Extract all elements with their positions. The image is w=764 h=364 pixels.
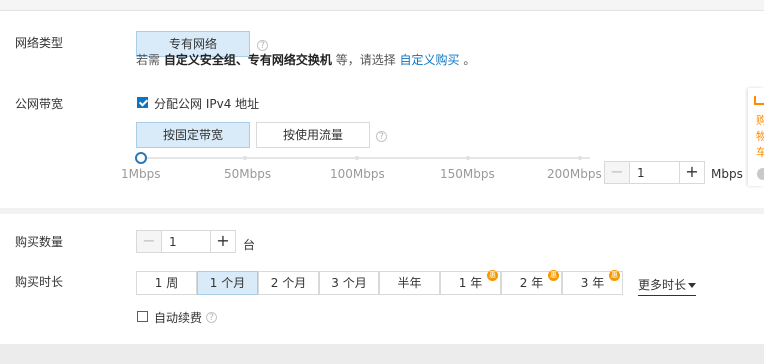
billing-fixed-bandwidth-button[interactable]: 按固定带宽 [136, 122, 250, 148]
bandwidth-unit: Mbps [711, 167, 743, 181]
duration-option-3-year[interactable]: 3 年 惠 [562, 270, 623, 295]
duration-label: 购买时长 [15, 275, 64, 289]
duration-option[interactable]: 半年 [379, 271, 440, 295]
question-circle-icon[interactable]: ? [257, 40, 268, 51]
floating-cart-tab[interactable]: 购 物 车 [748, 88, 764, 186]
duration-option[interactable]: 1 周 [136, 271, 197, 295]
bandwidth-stepper: − 1 + [604, 161, 705, 184]
slider-tick-label: 1Mbps [121, 167, 161, 181]
cart-tab-char: 车 [756, 146, 764, 159]
discount-badge-icon: 惠 [609, 270, 620, 281]
quantity-value[interactable]: 1 [169, 235, 177, 249]
hint-bold-text: 自定义安全组、专有网络交换机 [163, 53, 332, 67]
more-durations-dropdown[interactable]: 更多时长 [638, 276, 697, 296]
duration-option[interactable]: 2 个月 [258, 271, 319, 295]
discount-badge-icon: 惠 [487, 270, 498, 281]
plus-icon[interactable]: + [210, 231, 235, 252]
quantity-stepper: − 1 + [136, 230, 236, 253]
public-bandwidth-label: 公网带宽 [15, 97, 64, 111]
cart-tab-char: 物 [756, 130, 764, 143]
slider-tick-label: 100Mbps [330, 167, 385, 181]
slider-tick-label: 200Mbps [547, 167, 602, 181]
bottom-bar [0, 344, 764, 364]
duration-label-text: 1 年 [458, 276, 483, 290]
hint-middle: 等，请选择 [335, 53, 396, 67]
network-type-label: 网络类型 [15, 36, 64, 50]
auto-renew-label: 自动续费 [154, 311, 203, 325]
plus-icon[interactable]: + [679, 162, 704, 183]
custom-purchase-hint: 若需 自定义安全组、专有网络交换机 等，请选择 自定义购买 。 [136, 51, 475, 68]
minus-icon[interactable]: − [605, 162, 630, 183]
auto-renew-checkbox[interactable] [137, 311, 148, 322]
duration-option-2-year[interactable]: 2 年 惠 [501, 270, 562, 295]
more-durations-label: 更多时长 [638, 278, 687, 292]
duration-option[interactable]: 1 个月 [197, 271, 258, 295]
minus-icon[interactable]: − [137, 231, 162, 252]
discount-badge-icon: 惠 [548, 270, 559, 281]
bandwidth-value[interactable]: 1 [637, 166, 645, 180]
duration-option-1-year[interactable]: 1 年 惠 [440, 270, 501, 295]
duration-label-text: 3 年 [580, 276, 605, 290]
quantity-label: 购买数量 [15, 235, 64, 249]
assign-ipv4-checkbox[interactable] [137, 97, 148, 108]
slider-dot [243, 156, 247, 160]
question-circle-icon[interactable]: ? [376, 131, 387, 142]
slider-dot [355, 156, 359, 160]
slider-tick-label: 50Mbps [224, 167, 272, 181]
slider-tick-label: 150Mbps [440, 167, 495, 181]
slider-dot [466, 156, 470, 160]
quantity-unit: 台 [243, 238, 256, 252]
top-divider-strip [0, 0, 764, 11]
question-circle-icon[interactable]: ? [206, 312, 217, 323]
duration-label-text: 2 年 [519, 276, 544, 290]
duration-option[interactable]: 3 个月 [319, 271, 379, 295]
cart-count-icon [757, 168, 764, 180]
hint-suffix: 。 [463, 53, 476, 67]
slider-dot [578, 156, 582, 160]
hint-prefix: 若需 [136, 53, 161, 67]
assign-ipv4-label: 分配公网 IPv4 地址 [154, 97, 260, 111]
cart-tab-char: 购 [756, 114, 764, 127]
custom-purchase-link[interactable]: 自定义购买 [400, 53, 460, 67]
cart-icon [754, 96, 764, 105]
bandwidth-slider-handle[interactable] [135, 152, 147, 164]
bandwidth-slider-track[interactable] [141, 157, 590, 159]
caret-down-icon [688, 283, 697, 288]
billing-traffic-button[interactable]: 按使用流量 [256, 122, 370, 148]
